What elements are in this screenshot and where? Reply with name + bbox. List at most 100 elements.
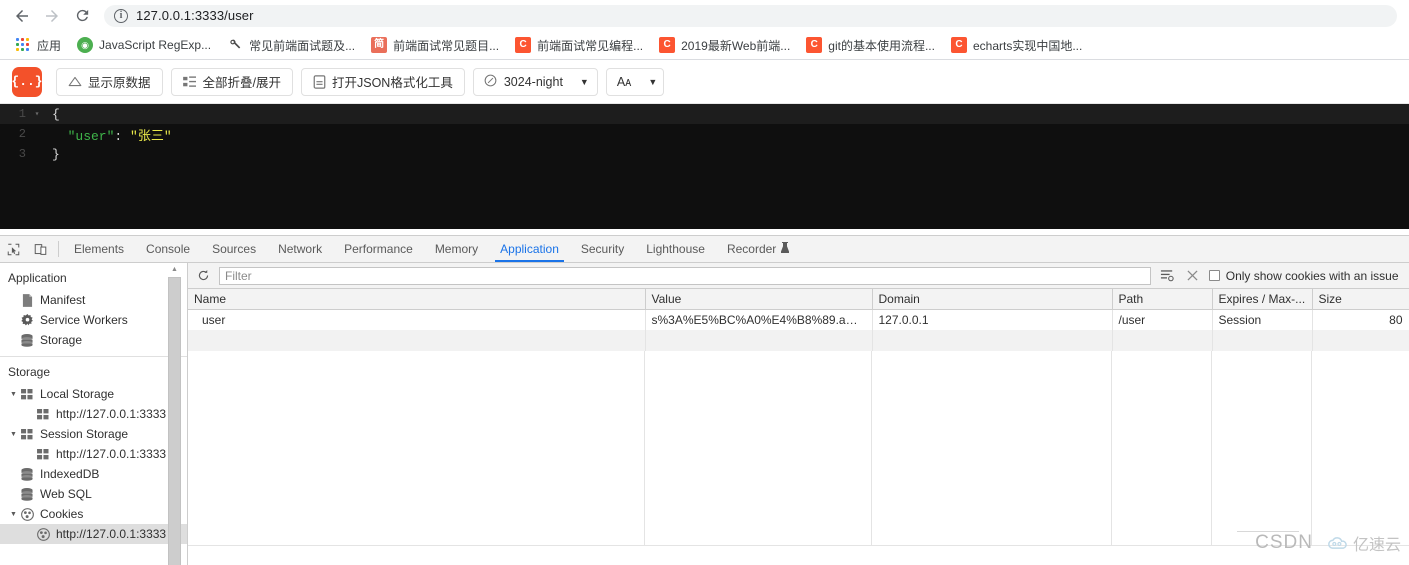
show-raw-data-button[interactable]: 显示原数据	[56, 67, 163, 96]
tab-performance[interactable]: Performance	[333, 236, 424, 262]
table-row[interactable]: user s%3A%E5%BC%A0%E4%B8%89.a%2FF... 127…	[188, 309, 1409, 330]
sidebar-item-storage[interactable]: Storage	[0, 330, 187, 350]
tab-console[interactable]: Console	[135, 236, 201, 262]
bookmark-frontend-questions[interactable]: 常见前端面试题及...	[219, 34, 363, 57]
clear-filters-button[interactable]	[1157, 269, 1177, 282]
cell-domain: 127.0.0.1	[872, 309, 1113, 330]
delete-all-cookies-button[interactable]	[1183, 270, 1203, 281]
bookmark-label: echarts实现中国地...	[972, 38, 1083, 53]
favicon-csdn-icon: C	[806, 37, 823, 53]
cell-expires: Session	[1212, 309, 1313, 330]
tab-network[interactable]: Network	[267, 236, 333, 262]
sidebar-item-label: Storage	[40, 333, 83, 347]
bookmark-csdn-1[interactable]: C 前端面试常见编程...	[507, 34, 651, 57]
bookmark-js-regexp[interactable]: ◉ JavaScript RegExp...	[69, 34, 219, 56]
sidebar-item-cookies-origin[interactable]: http://127.0.0.1:3333	[0, 524, 187, 544]
sidebar-item-indexeddb[interactable]: IndexedDB	[0, 464, 187, 484]
database-icon	[20, 333, 34, 347]
apps-grid-icon	[16, 37, 31, 53]
sidebar-item-session-storage-origin[interactable]: http://127.0.0.1:3333	[0, 444, 187, 464]
sidebar-item-label: Manifest	[40, 293, 86, 307]
forward-button[interactable]	[38, 2, 66, 30]
toolbar-divider	[58, 241, 59, 257]
sidebar-item-local-storage-origin[interactable]: http://127.0.0.1:3333	[0, 404, 187, 424]
scrollbar-thumb[interactable]	[168, 277, 181, 565]
bookmark-label: 2019最新Web前端...	[681, 38, 791, 53]
palette-icon	[484, 74, 497, 90]
filter-input[interactable]: Filter	[219, 266, 1151, 285]
column-header-domain[interactable]: Domain	[872, 289, 1113, 310]
collapse-expand-all-label: 全部折叠/展开	[202, 76, 281, 90]
scrollbar-up-arrow[interactable]: ▲	[168, 263, 181, 276]
device-toolbar-button[interactable]	[27, 236, 54, 262]
column-header-name[interactable]: Name	[188, 289, 646, 310]
cookies-table: Name Value Domain Path Expires / Max-...…	[188, 289, 1409, 351]
tab-lighthouse[interactable]: Lighthouse	[635, 236, 716, 262]
chevron-down-icon[interactable]: ▼	[10, 391, 17, 398]
sidebar-item-label: Service Workers	[40, 313, 128, 327]
only-show-issues-checkbox[interactable]: Only show cookies with an issue	[1208, 269, 1405, 283]
cell-empty	[1212, 330, 1313, 351]
column-header-size[interactable]: Size	[1312, 289, 1409, 310]
sidebar-item-manifest[interactable]: Manifest	[0, 290, 187, 310]
line-number: 1	[18, 107, 26, 121]
sidebar-item-session-storage[interactable]: ▼ Session Storage	[0, 424, 187, 444]
collapse-expand-icon	[182, 75, 197, 88]
bookmark-csdn-4[interactable]: C echarts实现中国地...	[943, 34, 1090, 57]
tab-security[interactable]: Security	[570, 236, 635, 262]
sidebar-item-web-sql[interactable]: Web SQL	[0, 484, 187, 504]
tab-label: Memory	[434, 242, 479, 256]
empty-col-name	[188, 351, 645, 546]
theme-select[interactable]: 3024-night ▼	[472, 67, 598, 96]
back-button[interactable]	[8, 2, 36, 30]
checkbox-box[interactable]	[1208, 270, 1220, 281]
bookmark-csdn-2[interactable]: C 2019最新Web前端...	[651, 34, 798, 57]
column-header-value[interactable]: Value	[645, 289, 873, 310]
cell-empty	[872, 330, 1113, 351]
collapse-expand-all-button[interactable]: 全部折叠/展开	[170, 67, 293, 96]
cookie-icon	[20, 507, 34, 521]
filter-placeholder: Filter	[225, 268, 252, 283]
tab-label: Sources	[212, 242, 257, 256]
column-header-expires[interactable]: Expires / Max-...	[1212, 289, 1313, 310]
sidebar-item-cookies[interactable]: ▼ Cookies	[0, 504, 187, 524]
json-code-viewer[interactable]: 1 ▾ { 2 "user": "张三" 3 }	[0, 104, 1409, 229]
sidebar-item-label: http://127.0.0.1:3333	[56, 447, 167, 461]
chevron-down-icon[interactable]: ▼	[10, 511, 17, 518]
cell-empty	[1312, 330, 1409, 351]
open-json-formatter-button[interactable]: 打开JSON格式化工具	[301, 67, 465, 96]
page-info-icon[interactable]: i	[114, 8, 128, 23]
tab-sources[interactable]: Sources	[201, 236, 267, 262]
sidebar-item-label: Session Storage	[40, 427, 129, 441]
bookmark-csdn-3[interactable]: C git的基本使用流程...	[798, 34, 943, 57]
bookmark-apps[interactable]: 应用	[8, 34, 69, 57]
tab-application[interactable]: Application	[489, 236, 570, 262]
favicon-jianshu-icon: 简	[371, 37, 388, 53]
tab-memory[interactable]: Memory	[424, 236, 489, 262]
bookmarks-bar: 应用 ◉ JavaScript RegExp... 常见前端面试题及... 简 …	[0, 31, 1409, 60]
column-header-path[interactable]: Path	[1112, 289, 1213, 310]
bookmark-label: 应用	[37, 38, 62, 53]
reload-button[interactable]	[68, 2, 96, 30]
empty-col-domain	[872, 351, 1112, 546]
tab-elements[interactable]: Elements	[63, 236, 135, 262]
cell-empty	[1112, 330, 1213, 351]
chevron-down-icon[interactable]: ▼	[10, 431, 17, 438]
refresh-button[interactable]	[193, 269, 213, 282]
cell-name: user	[188, 309, 646, 330]
clear-filter-icon	[1160, 270, 1174, 282]
sidebar-section-storage: Storage	[8, 365, 51, 379]
sidebar-item-local-storage[interactable]: ▼ Local Storage	[0, 384, 187, 404]
bookmark-jianshu[interactable]: 简 前端面试常见题目...	[363, 34, 507, 57]
devtools-panel: Elements Console Sources Network Perform…	[0, 235, 1409, 565]
empty-col-size	[1312, 351, 1409, 546]
font-select[interactable]: Aᴀ ▼	[605, 67, 665, 96]
code-line: 1 ▾ {	[0, 104, 1409, 124]
sidebar-scrollbar[interactable]: ▲	[168, 263, 181, 565]
fold-toggle-icon[interactable]: ▾	[30, 109, 44, 119]
sidebar-item-service-workers[interactable]: Service Workers	[0, 310, 187, 330]
sidebar-item-label: Web SQL	[40, 487, 92, 501]
tab-recorder[interactable]: Recorder	[716, 236, 800, 262]
inspect-element-button[interactable]	[0, 236, 27, 262]
address-bar[interactable]: i 127.0.0.1:3333/user	[104, 4, 1397, 27]
